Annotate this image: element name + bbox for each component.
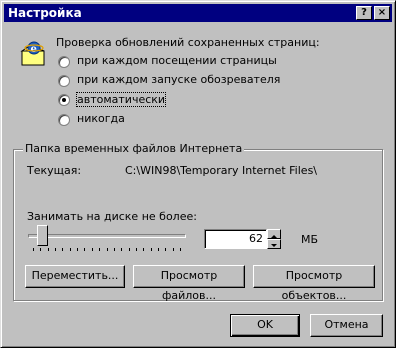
- radio-every-start[interactable]: [58, 75, 70, 87]
- disk-usage-slider-thumb[interactable]: [36, 225, 48, 246]
- mb-unit-label: МБ: [301, 233, 319, 246]
- slider-tick: [135, 248, 137, 251]
- radio-never-label[interactable]: никогда: [77, 112, 125, 125]
- slider-tick: [69, 248, 71, 251]
- check-updates-label: Проверка обновлений сохраненных страниц:: [56, 36, 320, 49]
- slider-tick: [55, 248, 57, 251]
- slider-tick: [33, 248, 34, 251]
- radio-never[interactable]: [58, 114, 70, 126]
- close-button[interactable]: ×: [374, 6, 390, 20]
- slider-tick: [150, 248, 152, 251]
- slider-tick: [99, 248, 101, 251]
- slider-tick: [47, 248, 49, 251]
- slider-tick: [172, 248, 174, 251]
- slider-tick: [165, 248, 167, 251]
- slider-tick: [40, 248, 42, 251]
- slider-tick: [157, 248, 159, 251]
- disk-mb-input[interactable]: 62: [204, 229, 267, 249]
- help-button[interactable]: ?: [356, 6, 372, 20]
- slider-tick: [62, 248, 64, 251]
- slider-tick: [84, 248, 86, 251]
- radio-every-visit-label[interactable]: при каждом посещении страницы: [77, 54, 277, 67]
- slider-tick: [77, 248, 79, 251]
- arrow-down-icon: [271, 244, 277, 247]
- cancel-button[interactable]: Отмена: [310, 314, 383, 337]
- window-title: Настройка: [8, 6, 82, 20]
- radio-every-start-label[interactable]: при каждом запуске обозревателя: [77, 73, 280, 86]
- radio-automatic-label[interactable]: автоматически: [75, 92, 167, 107]
- slider-tick: [106, 248, 108, 251]
- view-files-button[interactable]: Просмотр файлов...: [133, 265, 245, 302]
- spin-up-button[interactable]: [267, 229, 281, 239]
- settings-dialog: Настройка ? × e Проверка обновлений сохр…: [0, 0, 396, 348]
- disk-usage-label: Занимать на диске не более:: [27, 210, 197, 223]
- slider-tick: [113, 248, 115, 251]
- temp-files-group-title: Папка временных файлов Интернета: [23, 142, 245, 155]
- slider-tick: [121, 248, 123, 251]
- disk-usage-slider-track[interactable]: [28, 234, 186, 238]
- view-objects-button[interactable]: Просмотр объектов...: [253, 265, 375, 302]
- spin-down-button[interactable]: [267, 239, 281, 249]
- slider-tick: [143, 248, 145, 251]
- radio-every-visit[interactable]: [58, 56, 70, 68]
- ok-button[interactable]: OK: [230, 314, 300, 337]
- move-folder-button[interactable]: Переместить...: [25, 265, 125, 288]
- radio-automatic[interactable]: [58, 94, 70, 106]
- current-folder-label: Текущая:: [27, 164, 82, 177]
- slider-tick: [91, 248, 93, 251]
- slider-tick: [128, 248, 130, 251]
- ie-page-icon: e: [18, 39, 50, 67]
- slider-tick: [180, 248, 181, 251]
- current-folder-path: C:\WIN98\Temporary Internet Files\: [125, 164, 318, 177]
- title-bar[interactable]: Настройка ? ×: [4, 4, 392, 22]
